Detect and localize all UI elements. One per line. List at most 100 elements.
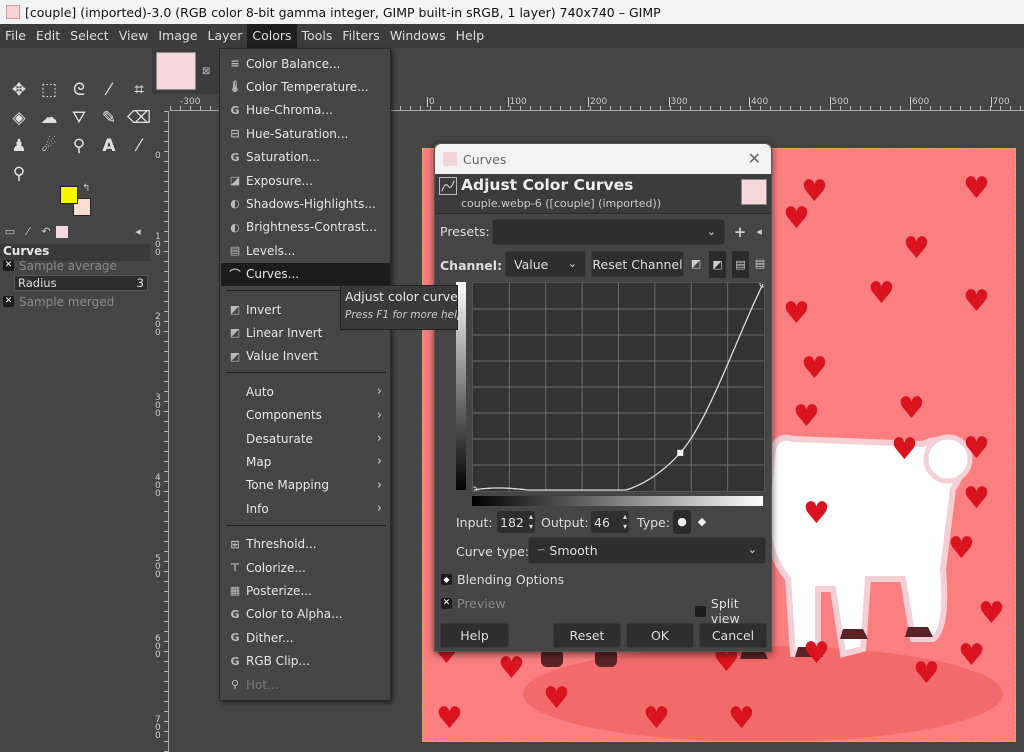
radius-spinner[interactable]: Radius 3 bbox=[14, 275, 148, 291]
preview-checkbox[interactable]: ✕ Preview bbox=[441, 596, 506, 611]
foreground-color-swatch[interactable] bbox=[60, 186, 78, 204]
log-histogram-icon[interactable]: ◩ bbox=[709, 251, 726, 278]
transform-icon[interactable]: ◈ bbox=[4, 104, 34, 132]
cancel-button[interactable]: Cancel bbox=[699, 623, 767, 648]
fg-bg-colors[interactable]: ↰ bbox=[60, 183, 100, 222]
histogram-view-icon[interactable]: ▤ bbox=[732, 251, 749, 278]
ruler-tick bbox=[164, 251, 168, 252]
eraser-icon[interactable]: ⌫ bbox=[124, 104, 154, 132]
split-view-checkbox[interactable]: Split view bbox=[695, 596, 771, 626]
menu-item-label: Color Balance... bbox=[246, 56, 341, 71]
menu-item-color-temperature[interactable]: 🌡 Color Temperature... bbox=[221, 75, 390, 98]
sample-merged-checkbox[interactable]: ✕ Sample merged bbox=[3, 293, 114, 310]
menu-item-exposure[interactable]: ◪ Exposure... bbox=[221, 169, 390, 192]
menu-item-color-to-alpha[interactable]: G Color to Alpha... bbox=[221, 603, 390, 626]
channel-combo[interactable]: Value ⌄ bbox=[505, 251, 586, 277]
menu-item-auto[interactable]: Auto › bbox=[221, 380, 390, 403]
menu-item-map[interactable]: Map › bbox=[221, 450, 390, 473]
menu-item-color-balance[interactable]: ≡ Color Balance... bbox=[221, 52, 390, 75]
presets-combo[interactable]: ⌄ bbox=[492, 219, 725, 245]
menu-item-rgb-clip[interactable]: G RGB Clip... bbox=[221, 650, 390, 673]
menu-layer[interactable]: Layer bbox=[203, 24, 248, 48]
add-preset-icon[interactable]: + bbox=[733, 225, 747, 240]
menu-item-brightness-contrast[interactable]: ◐ Brightness-Contrast... bbox=[221, 216, 390, 239]
text-icon[interactable]: A bbox=[94, 132, 124, 160]
menu-tools[interactable]: Tools bbox=[297, 24, 338, 48]
fuzzy-select-icon[interactable]: ⁄ bbox=[94, 76, 124, 104]
image-tabs: ⊠ bbox=[152, 48, 220, 94]
rect-select-icon[interactable]: ⬚ bbox=[34, 76, 64, 104]
curve-plot[interactable] bbox=[473, 283, 764, 491]
menu-item-icon: ⊤ bbox=[229, 561, 241, 574]
paths-icon[interactable]: ⚲ bbox=[64, 132, 94, 160]
menu-item-hue-chroma[interactable]: G Hue-Chroma... bbox=[221, 99, 390, 122]
clone-icon[interactable]: ♟ bbox=[4, 132, 34, 160]
menu-item-colorize[interactable]: ⊤ Colorize... bbox=[221, 556, 390, 579]
curve-graph[interactable] bbox=[472, 282, 765, 492]
curve-type-combo[interactable]: ∽ Smooth ⌄ bbox=[528, 537, 766, 564]
menu-item-components[interactable]: Components › bbox=[221, 404, 390, 427]
menu-colors[interactable]: Colors bbox=[247, 24, 297, 48]
output-spinner[interactable]: 46 ▴ ▾ bbox=[591, 511, 629, 533]
menu-help[interactable]: Help bbox=[451, 24, 490, 48]
menu-item-hue-saturation[interactable]: ⊟ Hue-Saturation... bbox=[221, 122, 390, 145]
dialog-titlebar[interactable]: Curves ✕ bbox=[435, 144, 771, 174]
menu-item-icon: ◐ bbox=[230, 220, 240, 234]
input-spinner[interactable]: 182 ▴ ▾ bbox=[497, 511, 535, 533]
close-tab-icon[interactable]: ⊠ bbox=[202, 66, 210, 77]
menu-view[interactable]: View bbox=[114, 24, 154, 48]
warp-icon[interactable]: ☁ bbox=[34, 104, 64, 132]
menu-item-threshold[interactable]: ⊞ Threshold... bbox=[221, 533, 390, 556]
histogram-view-alt-icon[interactable]: ▤ bbox=[753, 257, 767, 271]
menu-item-shadows-highlights[interactable]: ◐ Shadows-Highlights... bbox=[221, 192, 390, 215]
close-icon[interactable]: ✕ bbox=[748, 149, 761, 168]
menu-item-levels[interactable]: ▤ Levels... bbox=[221, 239, 390, 262]
smudge-icon[interactable]: ☄ bbox=[34, 132, 64, 160]
linear-histogram-icon[interactable]: ◩ bbox=[689, 257, 703, 271]
menu-select[interactable]: Select bbox=[65, 24, 114, 48]
menu-filters[interactable]: Filters bbox=[337, 24, 384, 48]
menu-item-dither[interactable]: G Dither... bbox=[221, 626, 390, 649]
spinner-arrows-icon[interactable]: ▴ ▾ bbox=[529, 512, 533, 532]
images-tab-icon[interactable] bbox=[56, 226, 68, 238]
curve-control-point[interactable] bbox=[677, 449, 684, 456]
ruler-tick bbox=[980, 106, 981, 110]
menu-windows[interactable]: Windows bbox=[385, 24, 451, 48]
menu-item-icon: G bbox=[230, 150, 240, 164]
spinner-arrows-icon[interactable]: ▴ ▾ bbox=[623, 512, 627, 532]
menu-item-info[interactable]: Info › bbox=[221, 497, 390, 520]
sample-average-checkbox[interactable]: ✕ Sample average bbox=[3, 257, 117, 274]
color-picker-icon[interactable]: ⁄ bbox=[124, 132, 154, 160]
undo-history-tab-icon[interactable]: ↶ bbox=[38, 224, 54, 240]
reset-channel-button[interactable]: Reset Channel bbox=[591, 251, 684, 277]
menu-edit[interactable]: Edit bbox=[31, 24, 65, 48]
reset-button[interactable]: Reset bbox=[553, 623, 621, 648]
menu-file[interactable]: File bbox=[0, 24, 31, 48]
preset-menu-icon[interactable]: ◂ bbox=[752, 225, 766, 239]
menu-item-tone-mapping[interactable]: Tone Mapping › bbox=[221, 474, 390, 497]
tool-options-tab-icon[interactable]: ▭ bbox=[2, 224, 18, 240]
menu-image[interactable]: Image bbox=[153, 24, 202, 48]
menu-item-saturation[interactable]: G Saturation... bbox=[221, 146, 390, 169]
crop-icon[interactable]: ⌗ bbox=[124, 76, 154, 104]
move-icon[interactable]: ✥ bbox=[4, 76, 34, 104]
ruler-tick bbox=[164, 541, 168, 542]
menu-item-desaturate[interactable]: Desaturate › bbox=[221, 427, 390, 450]
menu-item-posterize[interactable]: ▦ Posterize... bbox=[221, 579, 390, 602]
help-button[interactable]: Help bbox=[440, 623, 509, 648]
pencil-icon[interactable]: ✎ bbox=[94, 104, 124, 132]
swap-colors-icon[interactable]: ↰ bbox=[82, 183, 90, 194]
bucket-fill-icon[interactable]: ⛛ bbox=[64, 104, 94, 132]
menu-item-value-invert[interactable]: ◩ Value Invert bbox=[221, 345, 390, 368]
device-status-tab-icon[interactable]: ⁄ bbox=[20, 224, 36, 240]
smooth-point-icon[interactable]: ● bbox=[673, 510, 691, 534]
menu-item-curves[interactable]: ⌒ Curves... bbox=[221, 262, 390, 286]
ok-button[interactable]: OK bbox=[626, 623, 694, 648]
zoom-icon[interactable]: ⚲ bbox=[4, 160, 34, 188]
corner-point-icon[interactable]: ◆ bbox=[695, 515, 709, 529]
blending-options-expander[interactable]: ◆ Blending Options bbox=[441, 572, 564, 587]
menu-item-hot[interactable]: ⚲ Hot... bbox=[221, 673, 390, 696]
dock-menu-icon[interactable]: ◂ bbox=[130, 224, 146, 240]
image-tab-thumbnail[interactable] bbox=[156, 52, 196, 90]
lasso-icon[interactable]: ᘓ bbox=[64, 76, 94, 104]
